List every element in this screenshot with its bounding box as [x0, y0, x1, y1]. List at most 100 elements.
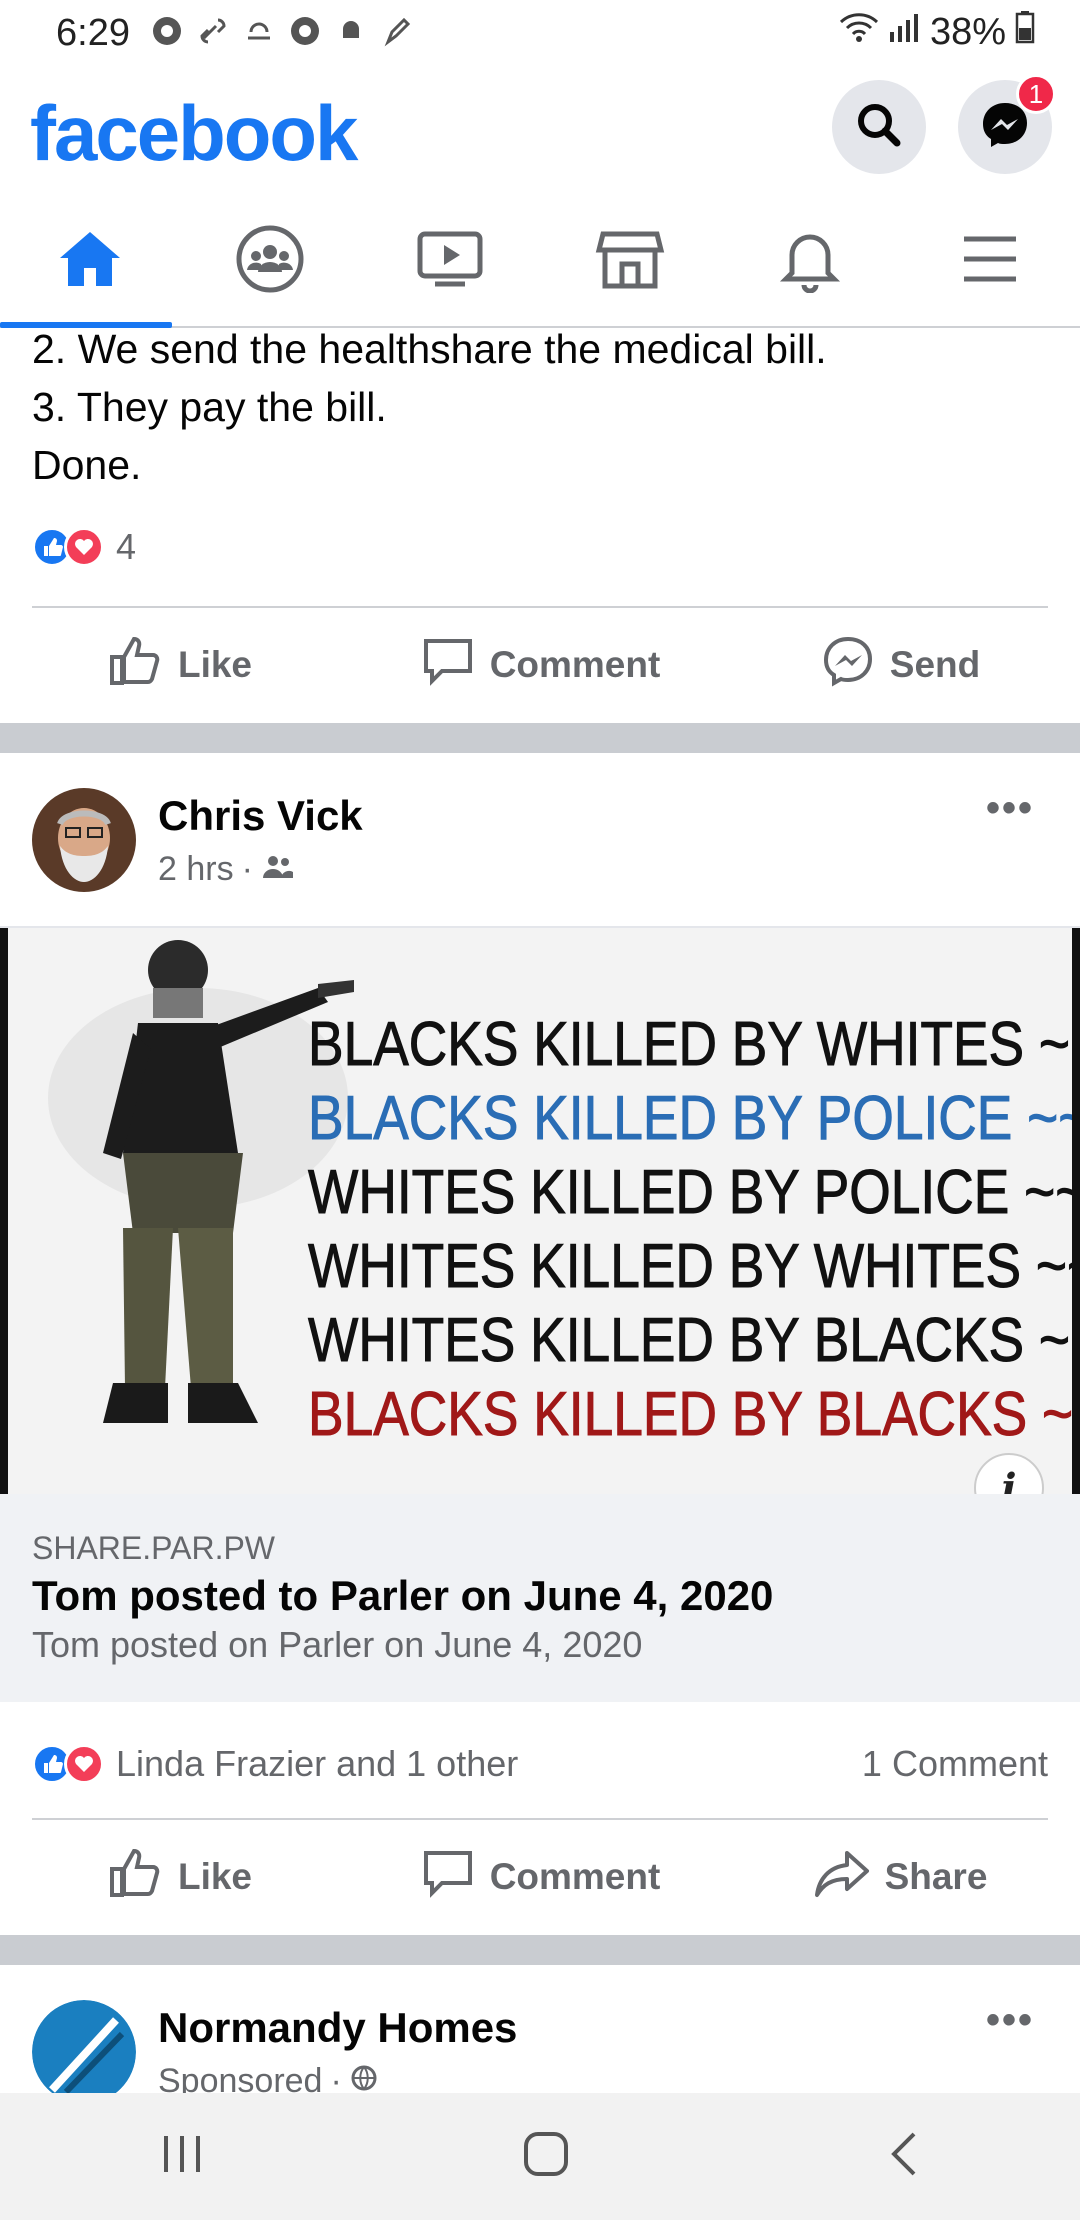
notification-icons [150, 14, 414, 48]
avatar[interactable] [32, 2000, 136, 2093]
pen-icon [380, 14, 414, 48]
back-button[interactable] [886, 2130, 922, 2183]
tab-notifications[interactable] [720, 196, 900, 326]
tab-watch[interactable] [360, 196, 540, 326]
system-nav-bar [0, 2093, 1080, 2220]
post-separator [0, 723, 1080, 753]
comment-icon [420, 1847, 476, 1908]
link-subtitle: Tom posted on Parler on June 4, 2020 [32, 1624, 643, 1665]
more-icon: ••• [985, 786, 1034, 830]
bell-icon [778, 225, 842, 298]
image-text-line: WHITES KILLED BY WHITES ~~ 16% [308, 1232, 1072, 1302]
link-preview[interactable]: SHARE.PAR.PW Tom posted to Parler on Jun… [0, 1494, 1080, 1702]
app-bar: facebook 1 [0, 66, 1080, 196]
battery-text: 38% [929, 10, 1006, 53]
post-time[interactable]: 2 hrs [158, 850, 234, 889]
comment-button[interactable]: Comment [360, 610, 720, 720]
weather-icon [242, 14, 276, 48]
thumbs-up-icon [108, 635, 164, 696]
post-options-button[interactable]: ••• [986, 1998, 1034, 2043]
tab-groups[interactable] [180, 196, 360, 326]
comment-button[interactable]: Comment [360, 1822, 720, 1932]
more-icon: ••• [985, 1998, 1034, 2042]
post2-author-block: Chris Vick 2 hrs · [158, 792, 363, 889]
like-button[interactable]: Like [0, 610, 360, 720]
friends-icon [261, 850, 295, 889]
post-meta: Sponsored · [158, 2061, 517, 2094]
watch-icon [415, 228, 485, 295]
post1-line: 2. We send the healthshare the medical b… [32, 328, 827, 372]
comment-label: Comment [489, 644, 661, 685]
status-right: 38% [838, 10, 1036, 54]
news-feed[interactable]: 2. We send the healthshare the medical b… [0, 328, 1080, 2093]
status-bar: 6:29 38% [0, 0, 1080, 66]
share-button[interactable]: Share [720, 1822, 1080, 1932]
messenger-button[interactable]: 1 [958, 74, 1056, 174]
search-icon [853, 99, 905, 156]
status-time: 6:29 [56, 12, 130, 54]
battery-icon [1014, 10, 1036, 54]
home-button[interactable] [522, 2130, 570, 2183]
tab-menu[interactable] [900, 196, 1080, 326]
send-button[interactable]: Send [720, 610, 1080, 720]
post2-reactions[interactable]: Linda Frazier and 1 other 1 Comment [32, 1743, 1048, 1785]
post-image[interactable]: BLACKS KILLED BY WHITES ~~ 2% BLACKS KIL… [0, 928, 1080, 1494]
alarm-icon [334, 14, 368, 48]
post-separator [0, 1935, 1080, 1965]
post2-header: Chris Vick 2 hrs · [32, 788, 363, 892]
link-icon [196, 14, 230, 48]
menu-icon [960, 233, 1020, 290]
tab-bar [0, 196, 1080, 328]
divider [32, 606, 1048, 608]
chrome-icon [150, 14, 184, 48]
sponsored-label: Sponsored [158, 2061, 323, 2094]
post-meta: 2 hrs · [158, 850, 363, 889]
meta-dot: · [241, 849, 253, 888]
marketplace-icon [595, 226, 665, 297]
love-reaction-icon [64, 1744, 104, 1784]
image-text-line: WHITES KILLED BY POLICE ~~ 3% [308, 1158, 1072, 1228]
image-text-line: BLACKS KILLED BY BLACKS ~~ 97% [308, 1380, 1074, 1450]
search-button[interactable] [832, 80, 926, 174]
post-author-name[interactable]: Chris Vick [158, 792, 363, 840]
post-author-name[interactable]: Normandy Homes [158, 2004, 517, 2052]
tab-marketplace[interactable] [540, 196, 720, 326]
send-label: Send [889, 644, 981, 685]
globe-icon [350, 2062, 378, 2094]
reaction-names: Linda Frazier and 1 other [116, 1743, 519, 1784]
like-label: Like [177, 1856, 253, 1897]
post3-author-block: Normandy Homes Sponsored · [158, 2004, 517, 2094]
image-text-line: WHITES KILLED BY BLACKS ~~ 81% [308, 1306, 1072, 1376]
messenger-badge: 1 [1016, 74, 1056, 114]
chrome-icon [288, 14, 322, 48]
post1-text: 2. We send the healthshare the medical b… [32, 328, 827, 494]
image-text-block: BLACKS KILLED BY WHITES ~~ 2% BLACKS KIL… [308, 1008, 1074, 1452]
image-text-line: BLACKS KILLED BY WHITES ~~ 2% [308, 1010, 1072, 1080]
meta-dot: · [330, 2061, 342, 2094]
comment-label: Comment [489, 1856, 661, 1897]
post1-reaction-count: 4 [116, 526, 137, 567]
post1-reactions[interactable]: 4 [32, 526, 136, 568]
link-title: Tom posted to Parler on June 4, 2020 [32, 1572, 774, 1619]
post3-header: Normandy Homes Sponsored · [32, 2000, 517, 2093]
post1-line: Done. [32, 442, 142, 488]
love-reaction-icon [64, 527, 104, 567]
facebook-logo[interactable]: facebook [30, 88, 358, 179]
groups-icon [235, 224, 305, 299]
comment-count[interactable]: 1 Comment [862, 1743, 1048, 1785]
comment-icon [420, 635, 476, 696]
recent-apps-button[interactable] [158, 2132, 206, 2181]
tab-home[interactable] [0, 196, 180, 328]
link-domain: SHARE.PAR.PW [32, 1530, 275, 1566]
thumbs-up-icon [108, 1847, 164, 1908]
like-button[interactable]: Like [0, 1822, 360, 1932]
avatar[interactable] [32, 788, 136, 892]
like-label: Like [177, 644, 253, 685]
post-options-button[interactable]: ••• [986, 786, 1034, 831]
share-label: Share [884, 1856, 988, 1897]
post1-actions: Like Comment Send [0, 610, 1080, 720]
messenger-send-icon [820, 633, 876, 698]
share-icon [813, 1847, 871, 1908]
signal-icon [888, 10, 922, 54]
divider [32, 1818, 1048, 1820]
